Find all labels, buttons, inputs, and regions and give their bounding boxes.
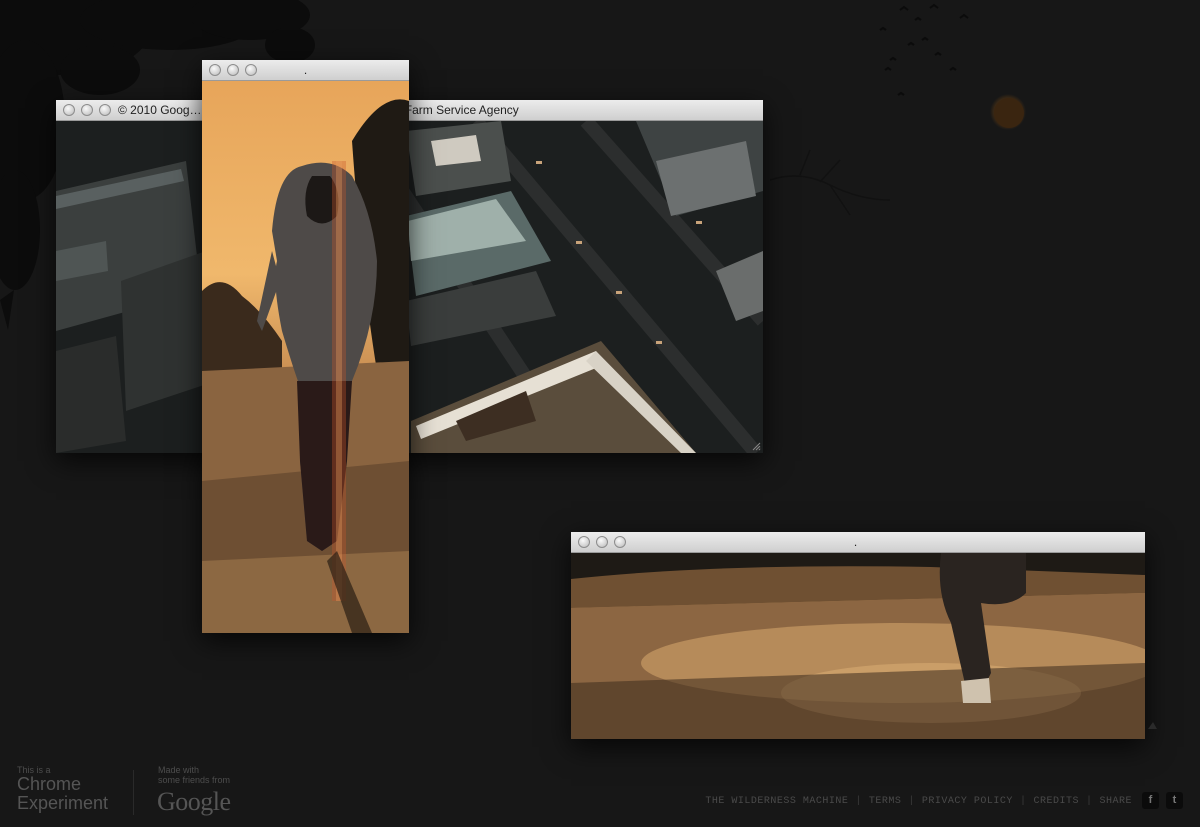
hooded-runner-image: [202, 99, 409, 633]
minimize-icon[interactable]: [81, 104, 93, 116]
link-separator: |: [855, 796, 862, 807]
aerial-map-view: [56, 121, 763, 453]
link-separator: |: [908, 796, 915, 807]
made-with-text: Made with some friends from: [158, 765, 230, 785]
aerial-city-image: [56, 121, 763, 453]
road-window-title: .: [853, 535, 858, 549]
close-icon[interactable]: [63, 104, 75, 116]
aerial-map-window[interactable]: © 2010 Goog…es/…ological Survey, Sanborn…: [56, 100, 763, 453]
link-wilderness-machine[interactable]: THE WILDERNESS MACHINE: [705, 796, 848, 807]
facebook-icon[interactable]: f: [1142, 792, 1159, 809]
made-with-line2: some friends from: [158, 775, 231, 785]
runner-window-titlebar[interactable]: .: [202, 60, 409, 81]
runner-window-title: .: [303, 63, 308, 77]
resize-grip-icon[interactable]: [752, 442, 761, 451]
chrome-experiment-line2: Experiment: [17, 793, 109, 813]
link-privacy-policy[interactable]: PRIVACY POLICY: [922, 796, 1013, 807]
twitter-icon[interactable]: t: [1166, 792, 1183, 809]
close-icon[interactable]: [578, 536, 590, 548]
sun-icon: [994, 98, 1024, 128]
road-video-frame: [571, 553, 1145, 739]
road-resize-arrow-icon[interactable]: [1148, 720, 1158, 730]
zoom-icon[interactable]: [614, 536, 626, 548]
wet-road-image: [571, 553, 1145, 739]
aerial-window-titlebar[interactable]: © 2010 Goog…es/…ological Survey, Sanborn…: [56, 100, 763, 121]
google-logo[interactable]: Google: [157, 787, 231, 817]
footer-links: THE WILDERNESS MACHINE | TERMS | PRIVACY…: [705, 796, 1132, 807]
runner-video-frame: [202, 81, 409, 633]
link-share[interactable]: SHARE: [1099, 796, 1132, 807]
link-separator: |: [1085, 796, 1093, 807]
runner-window[interactable]: .: [202, 60, 409, 633]
road-window-titlebar[interactable]: .: [571, 532, 1145, 553]
zoom-icon[interactable]: [99, 104, 111, 116]
stage: © 2010 Goog…es/…ological Survey, Sanborn…: [0, 0, 1200, 827]
link-credits[interactable]: CREDITS: [1033, 796, 1079, 807]
made-with-line1: Made with: [158, 765, 200, 775]
minimize-icon[interactable]: [227, 64, 239, 76]
link-terms[interactable]: TERMS: [869, 796, 902, 807]
chrome-experiment-badge[interactable]: This is a Chrome Experiment: [17, 765, 108, 813]
close-icon[interactable]: [209, 64, 221, 76]
chrome-experiment-line1: Chrome: [17, 774, 82, 794]
footer-divider: [133, 770, 134, 815]
road-window[interactable]: .: [571, 532, 1145, 739]
link-separator: |: [1019, 796, 1027, 807]
branch-icon: [770, 149, 890, 216]
zoom-icon[interactable]: [245, 64, 257, 76]
birds-icon: [879, 3, 969, 96]
minimize-icon[interactable]: [596, 536, 608, 548]
